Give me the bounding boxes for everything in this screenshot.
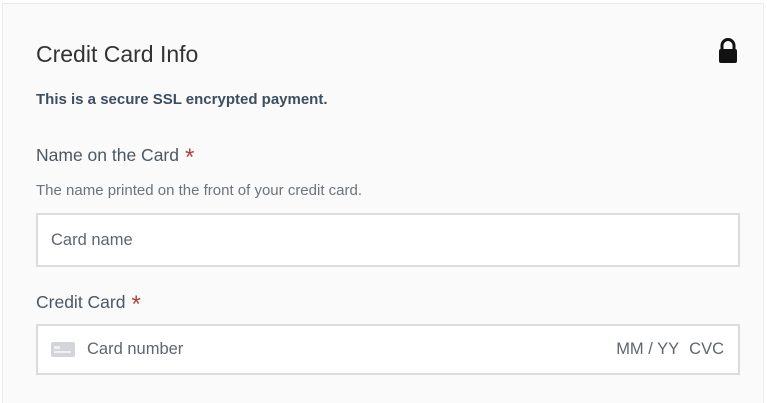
card-cvc-input[interactable]: CVC [689,340,724,359]
name-on-card-label: Name on the Card * [36,144,194,170]
secure-payment-note: This is a secure SSL encrypted payment. [36,91,328,108]
credit-card-panel: Credit Card Info This is a secure SSL en… [2,3,764,403]
card-number-input[interactable]: Card number [87,340,616,359]
card-number-field[interactable]: Card number MM / YY CVC [36,324,740,375]
required-asterisk: * [185,144,195,171]
name-on-card-label-text: Name on the Card [36,145,179,165]
credit-card-label-text: Credit Card [36,292,126,312]
form-title: Credit Card Info [36,41,199,67]
name-on-card-help: The name printed on the front of your cr… [36,182,363,199]
required-asterisk: * [131,291,141,318]
card-expiry-input[interactable]: MM / YY [616,340,679,359]
credit-card-label: Credit Card * [36,291,141,317]
lock-icon [719,38,737,63]
credit-card-icon [51,342,75,357]
card-name-input[interactable] [36,213,740,267]
